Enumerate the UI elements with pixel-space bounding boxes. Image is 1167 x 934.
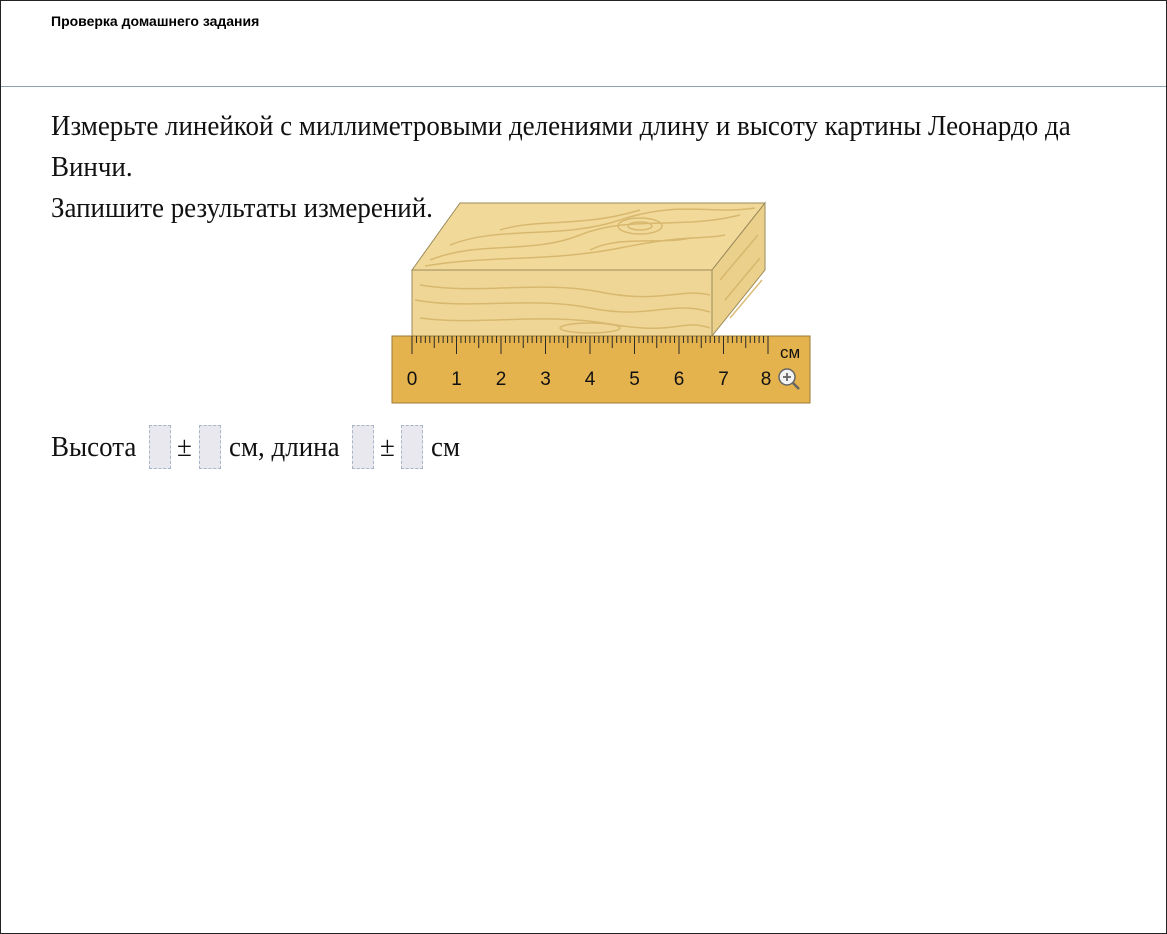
- ruler-label-6: 6: [674, 369, 685, 390]
- height-label: Высота: [51, 430, 137, 463]
- ruler-label-8: 8: [761, 369, 772, 390]
- ruler-label-4: 4: [585, 369, 596, 390]
- ruler-label-7: 7: [718, 369, 729, 390]
- plus-minus-sign: ±: [176, 430, 192, 463]
- ruler-label-3: 3: [540, 369, 551, 390]
- ruler-label-1: 1: [451, 369, 462, 390]
- unit-length-label: см, длина: [228, 430, 340, 463]
- page-title: Проверка домашнего задания: [51, 13, 260, 29]
- ruler-label-0: 0: [407, 369, 418, 390]
- length-value-input[interactable]: [351, 425, 374, 469]
- header-bar: Проверка домашнего задания: [1, 1, 1166, 87]
- unit-label-end: см: [431, 430, 461, 463]
- measurement-figure: см 0 1 2 3 4 5 6 7 8: [390, 200, 815, 415]
- ruler-unit-label: см: [780, 343, 800, 362]
- length-error-input[interactable]: [401, 425, 424, 469]
- wooden-block: [411, 201, 767, 338]
- task-line-1: Измерьте линейкой с миллиметровыми делен…: [51, 110, 1071, 183]
- ruler: см 0 1 2 3 4 5 6 7 8: [391, 335, 811, 404]
- answer-row: Высота ± см, длина ± см: [51, 424, 463, 470]
- height-error-input[interactable]: [198, 425, 221, 469]
- plus-minus-sign: ±: [379, 430, 395, 463]
- ruler-label-2: 2: [496, 369, 507, 390]
- block-and-ruler-illustration: см 0 1 2 3 4 5 6 7 8: [391, 201, 811, 404]
- height-value-input[interactable]: [148, 425, 171, 469]
- ruler-label-5: 5: [629, 369, 640, 390]
